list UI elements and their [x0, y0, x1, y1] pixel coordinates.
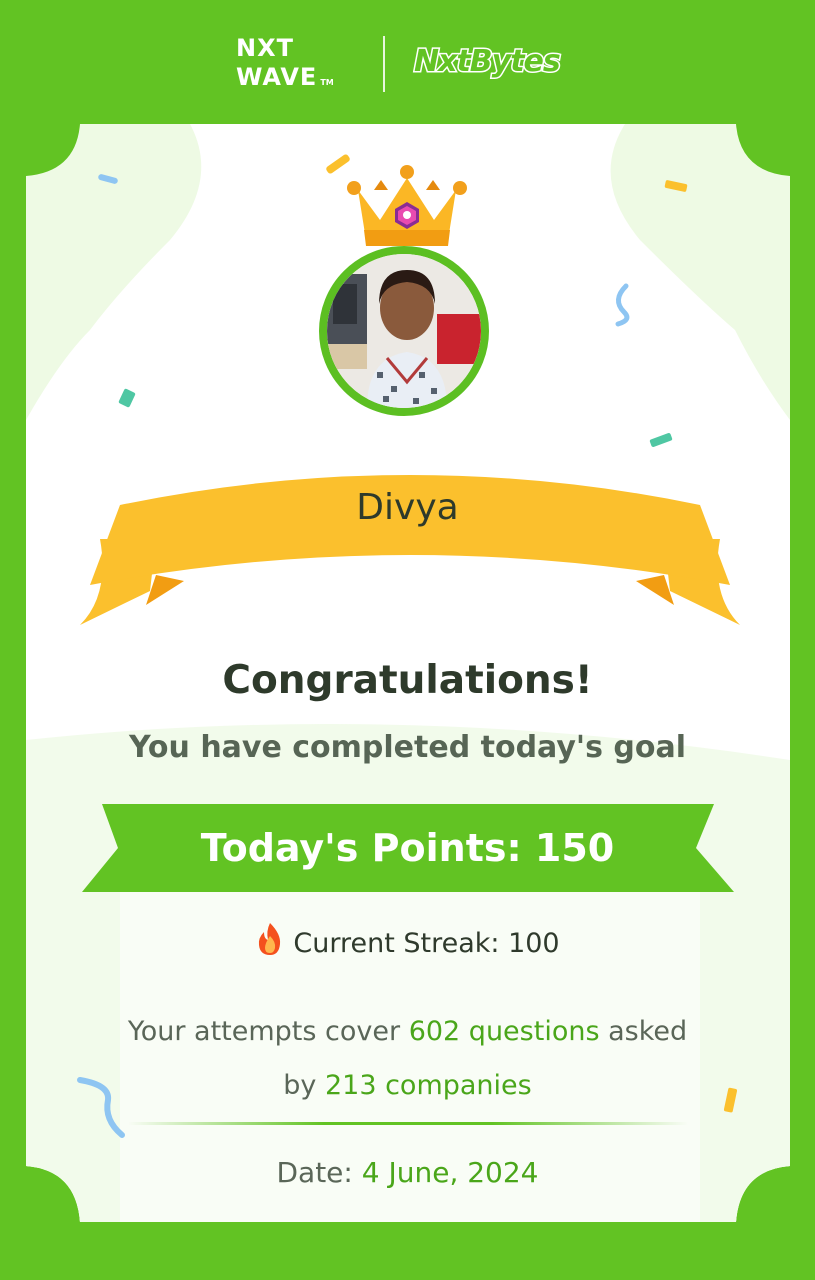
- crown-icon: [347, 165, 467, 246]
- congrats-title: Congratulations!: [222, 658, 593, 703]
- name-ribbon: [80, 475, 740, 625]
- divider-line: [128, 1122, 688, 1125]
- stats-middle: asked: [608, 1016, 688, 1047]
- todays-points: Today's Points: 150: [200, 826, 615, 870]
- fire-icon: [255, 922, 285, 963]
- date-label: Date:: [276, 1156, 353, 1189]
- streak-text: Current Streak: 100: [293, 928, 560, 959]
- achievement-date: Date: 4 June, 2024: [0, 1156, 815, 1189]
- companies-count: 213 companies: [324, 1070, 532, 1101]
- current-streak: Current Streak: 100: [0, 922, 815, 963]
- attempts-summary: Your attempts cover 602 questions asked …: [90, 1005, 725, 1113]
- user-avatar: [319, 246, 489, 416]
- user-name: Divya: [356, 487, 459, 528]
- date-value: 4 June, 2024: [361, 1156, 539, 1189]
- stats-prefix: Your attempts cover: [127, 1016, 401, 1047]
- stats-by: by: [283, 1070, 317, 1101]
- goal-subtitle: You have completed today's goal: [128, 730, 687, 765]
- questions-count: 602 questions: [408, 1016, 600, 1047]
